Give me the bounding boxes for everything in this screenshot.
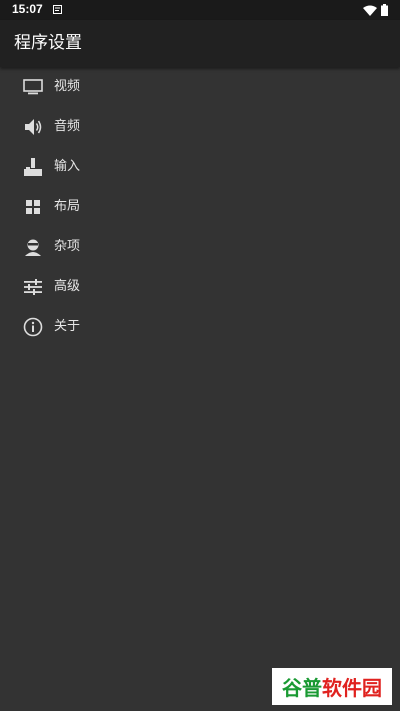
wifi-icon: [363, 5, 377, 16]
menu-item-advanced[interactable]: 高级: [0, 267, 400, 307]
menu-item-audio[interactable]: 音频: [0, 107, 400, 147]
status-icons: [363, 4, 388, 16]
status-bar: 15:07: [0, 0, 400, 20]
status-time: 15:07: [12, 2, 43, 16]
watermark-logo: 谷普 软件园: [272, 668, 392, 705]
battery-icon: [381, 4, 388, 16]
settings-menu: 视频 音频 输入 布局 杂项 高级 关于: [0, 67, 400, 347]
sliders-icon: [22, 276, 44, 298]
info-icon: [22, 316, 44, 338]
menu-item-label: 布局: [54, 199, 81, 214]
menu-item-label: 杂项: [54, 239, 81, 254]
menu-item-about[interactable]: 关于: [0, 307, 400, 347]
monitor-icon: [22, 76, 44, 98]
speaker-icon: [22, 116, 44, 138]
menu-item-label: 输入: [54, 159, 81, 174]
person-icon: [22, 236, 44, 258]
menu-item-label: 视频: [54, 79, 81, 94]
grid-icon: [22, 196, 44, 218]
menu-item-layout[interactable]: 布局: [0, 187, 400, 227]
joystick-icon: [22, 156, 44, 178]
menu-item-label: 音频: [54, 119, 81, 134]
notification-icon: [53, 5, 62, 14]
menu-item-input[interactable]: 输入: [0, 147, 400, 187]
app-bar: 程序设置: [0, 20, 400, 67]
menu-item-misc[interactable]: 杂项: [0, 227, 400, 267]
watermark-brand: 谷普: [282, 676, 322, 700]
menu-item-video[interactable]: 视频: [0, 67, 400, 107]
menu-item-label: 高级: [54, 279, 81, 294]
menu-item-label: 关于: [54, 319, 81, 334]
page-title: 程序设置: [14, 33, 82, 53]
watermark-suffix: 软件园: [322, 676, 382, 700]
